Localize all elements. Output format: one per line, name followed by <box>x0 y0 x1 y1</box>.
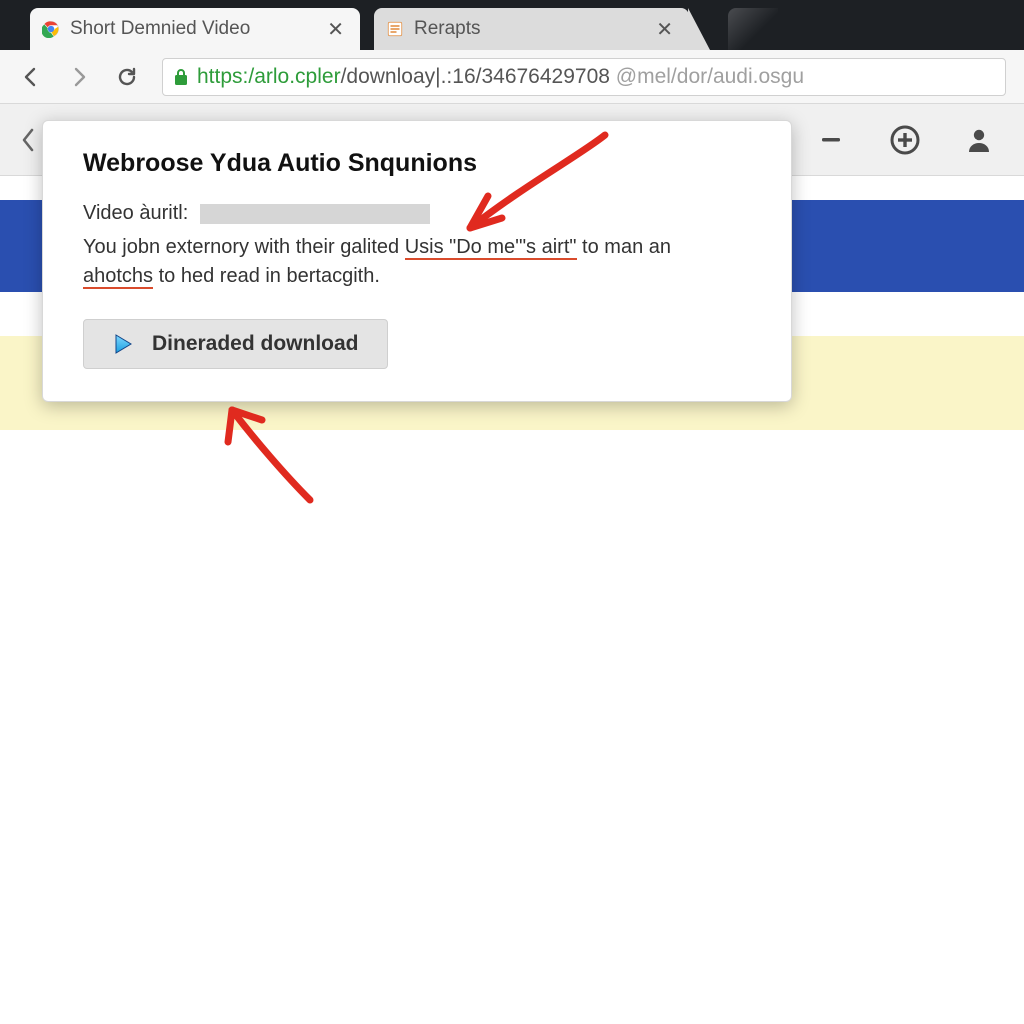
forward-button[interactable] <box>66 64 92 90</box>
address-text: https:/arlo.cpler/downloay|.:16/34676429… <box>197 65 804 89</box>
person-icon[interactable] <box>962 123 996 157</box>
desc-part-c: to hed read in bertacgith. <box>153 265 380 287</box>
doc-icon <box>386 20 404 38</box>
tab-active[interactable]: Short Demnied Video ✕ <box>30 8 360 50</box>
popup-description: You jobn externory with their galited Us… <box>83 233 751 291</box>
video-field-row: Video àuritl: <box>83 202 751 225</box>
back-button[interactable] <box>18 64 44 90</box>
tab-title: Rerapts <box>414 18 642 40</box>
close-icon[interactable]: ✕ <box>323 17 348 42</box>
desc-link-1[interactable]: Usis "Do me'"s airt" <box>405 236 577 260</box>
video-field-input[interactable] <box>200 204 430 224</box>
tab-inactive[interactable]: Rerapts ✕ <box>374 8 689 50</box>
desc-link-2[interactable]: ahotchs <box>83 265 153 289</box>
chevron-left-icon[interactable] <box>18 126 38 154</box>
tab-slant <box>688 8 710 50</box>
tab-title: Short Demnied Video <box>70 18 313 40</box>
nav-bar: https:/arlo.cpler/downloay|.:16/34676429… <box>0 50 1024 104</box>
tab-stack <box>728 8 778 50</box>
tab-strip: Short Demnied Video ✕ Rerapts ✕ <box>0 0 1024 50</box>
video-field-label: Video àuritl: <box>83 202 188 225</box>
plus-button[interactable] <box>888 123 922 157</box>
desc-part-b: to man an <box>577 236 672 258</box>
download-popup: Webroose Ydua Autio Snqunions Video àuri… <box>42 120 792 402</box>
lock-icon <box>173 68 189 86</box>
desc-part-a: You jobn externory with their galited <box>83 236 405 258</box>
minus-button[interactable] <box>814 123 848 157</box>
play-icon <box>112 333 134 355</box>
popup-title: Webroose Ydua Autio Snqunions <box>83 149 751 178</box>
download-button-label: Dineraded download <box>152 332 359 356</box>
close-icon[interactable]: ✕ <box>652 17 677 42</box>
address-bar[interactable]: https:/arlo.cpler/downloay|.:16/34676429… <box>162 58 1006 96</box>
download-button[interactable]: Dineraded download <box>83 319 388 369</box>
chrome-icon <box>42 20 60 38</box>
reload-button[interactable] <box>114 64 140 90</box>
